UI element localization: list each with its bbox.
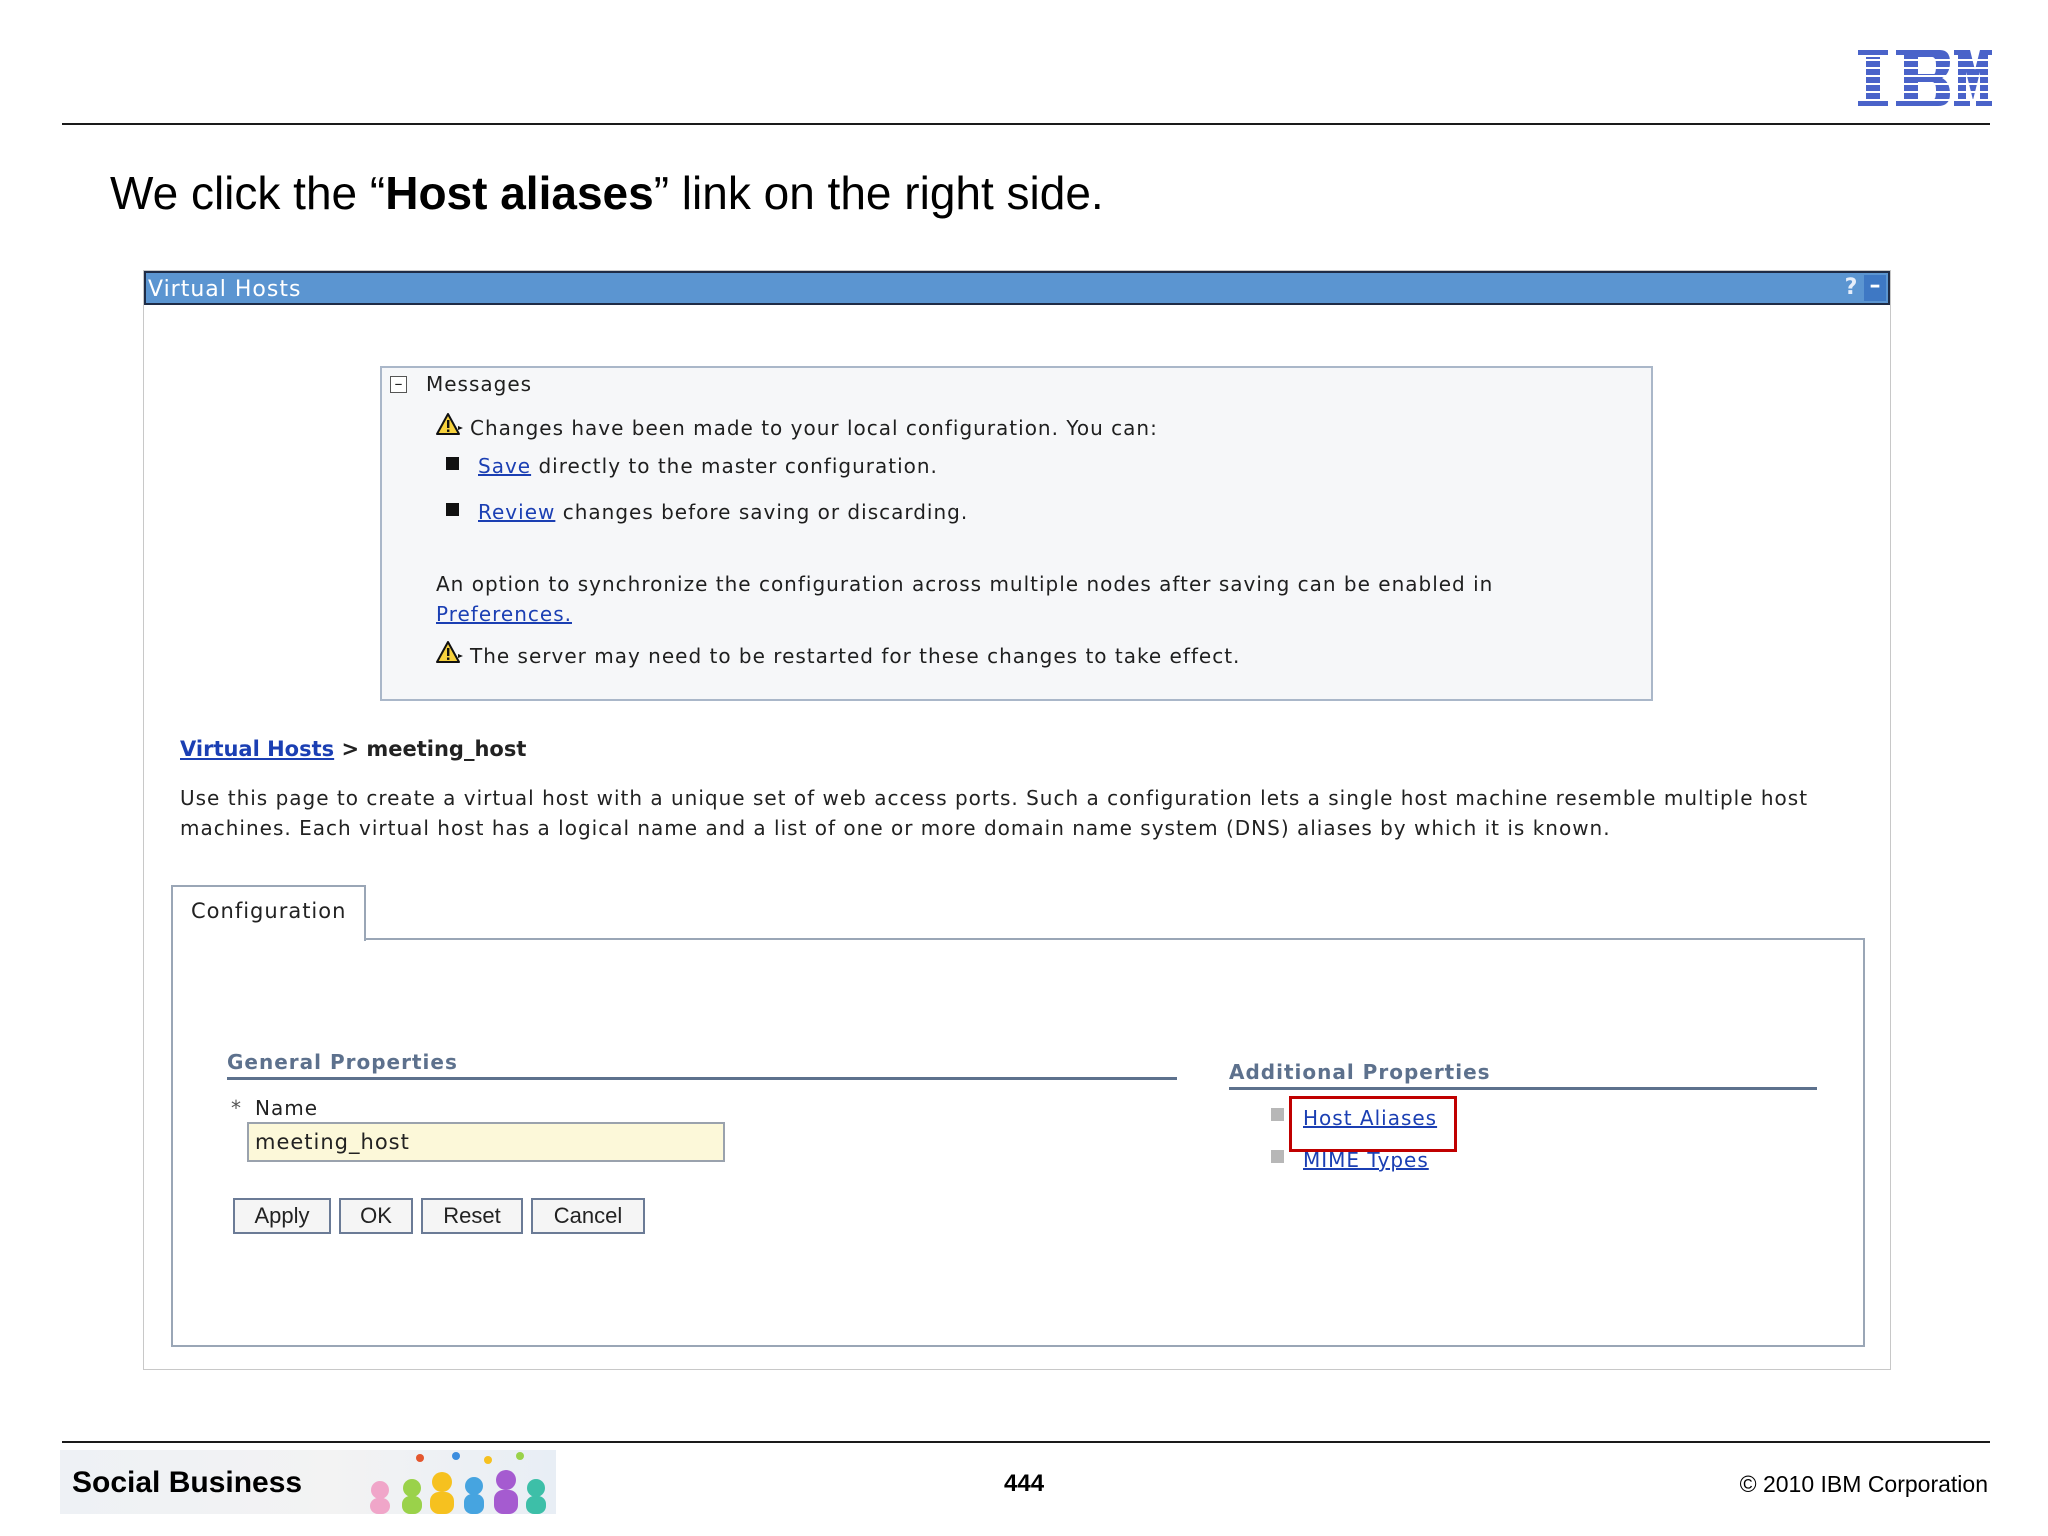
name-label: Name xyxy=(255,1096,319,1120)
panel-title: Virtual Hosts xyxy=(148,277,302,302)
warning-icon xyxy=(436,413,463,435)
name-input[interactable] xyxy=(247,1122,725,1162)
header-rule xyxy=(62,123,1990,125)
minimize-icon[interactable]: – xyxy=(1864,275,1886,301)
virtual-hosts-panel: Virtual Hosts ? – – Messages Changes hav… xyxy=(143,270,1891,1370)
page-description: Use this page to create a virtual host w… xyxy=(180,786,1809,840)
additional-properties-heading: Additional Properties xyxy=(1229,1060,1491,1084)
general-properties-heading: General Properties xyxy=(227,1050,458,1074)
reset-button[interactable]: Reset xyxy=(421,1198,523,1234)
sync-message: An option to synchronize the configurati… xyxy=(436,572,1494,596)
people-graphic xyxy=(370,1452,546,1514)
footer-rule xyxy=(62,1441,1990,1443)
review-line-text: changes before saving or discarding. xyxy=(562,500,969,524)
footer-brand: Social Business xyxy=(72,1466,303,1499)
breadcrumb-separator: > xyxy=(334,737,367,761)
bullet xyxy=(446,503,459,516)
host-aliases-link[interactable]: Host Aliases xyxy=(1303,1106,1437,1130)
bullet xyxy=(446,457,459,470)
tab-configuration[interactable]: Configuration xyxy=(171,885,366,941)
apply-button[interactable]: Apply xyxy=(233,1198,331,1234)
breadcrumb: Virtual Hosts > meeting_host xyxy=(180,737,526,761)
save-link[interactable]: Save xyxy=(478,454,531,478)
panel-titlebar: Virtual Hosts ? – xyxy=(144,271,1890,305)
bullet xyxy=(1271,1150,1284,1163)
messages-heading: Messages xyxy=(426,372,533,396)
messages-box: – Messages Changes have been made to you… xyxy=(380,366,1653,701)
cancel-button[interactable]: Cancel xyxy=(531,1198,645,1234)
warning-message-restart: The server may need to be restarted for … xyxy=(470,644,1241,668)
ok-button[interactable]: OK xyxy=(339,1198,413,1234)
collapse-icon[interactable]: – xyxy=(390,376,407,393)
page-number: 444 xyxy=(1004,1470,1045,1497)
mime-types-link[interactable]: MIME Types xyxy=(1303,1148,1429,1172)
copyright: © 2010 IBM Corporation xyxy=(1739,1471,1988,1497)
social-business-banner: Social Business xyxy=(60,1450,556,1514)
warning-icon xyxy=(436,641,463,663)
save-line-text: directly to the master configuration. xyxy=(538,454,938,478)
review-link[interactable]: Review xyxy=(478,500,555,524)
review-line: Review changes before saving or discardi… xyxy=(478,500,968,524)
required-marker: * xyxy=(231,1096,241,1120)
configuration-tab-content: General Properties * Name Apply OK Reset… xyxy=(171,938,1865,1347)
preferences-link[interactable]: Preferences. xyxy=(436,602,572,626)
help-icon[interactable]: ? xyxy=(1840,275,1862,301)
bullet xyxy=(1271,1108,1284,1121)
additional-properties-rule xyxy=(1229,1087,1817,1090)
breadcrumb-current: meeting_host xyxy=(366,737,527,761)
breadcrumb-virtual-hosts-link[interactable]: Virtual Hosts xyxy=(180,737,334,761)
warning-message-changes: Changes have been made to your local con… xyxy=(470,416,1158,440)
ibm-logo xyxy=(1858,50,1992,106)
save-line: Save directly to the master configuratio… xyxy=(478,454,938,478)
general-properties-rule xyxy=(227,1077,1177,1080)
slide-title: We click the “Host aliases” link on the … xyxy=(110,167,1104,219)
